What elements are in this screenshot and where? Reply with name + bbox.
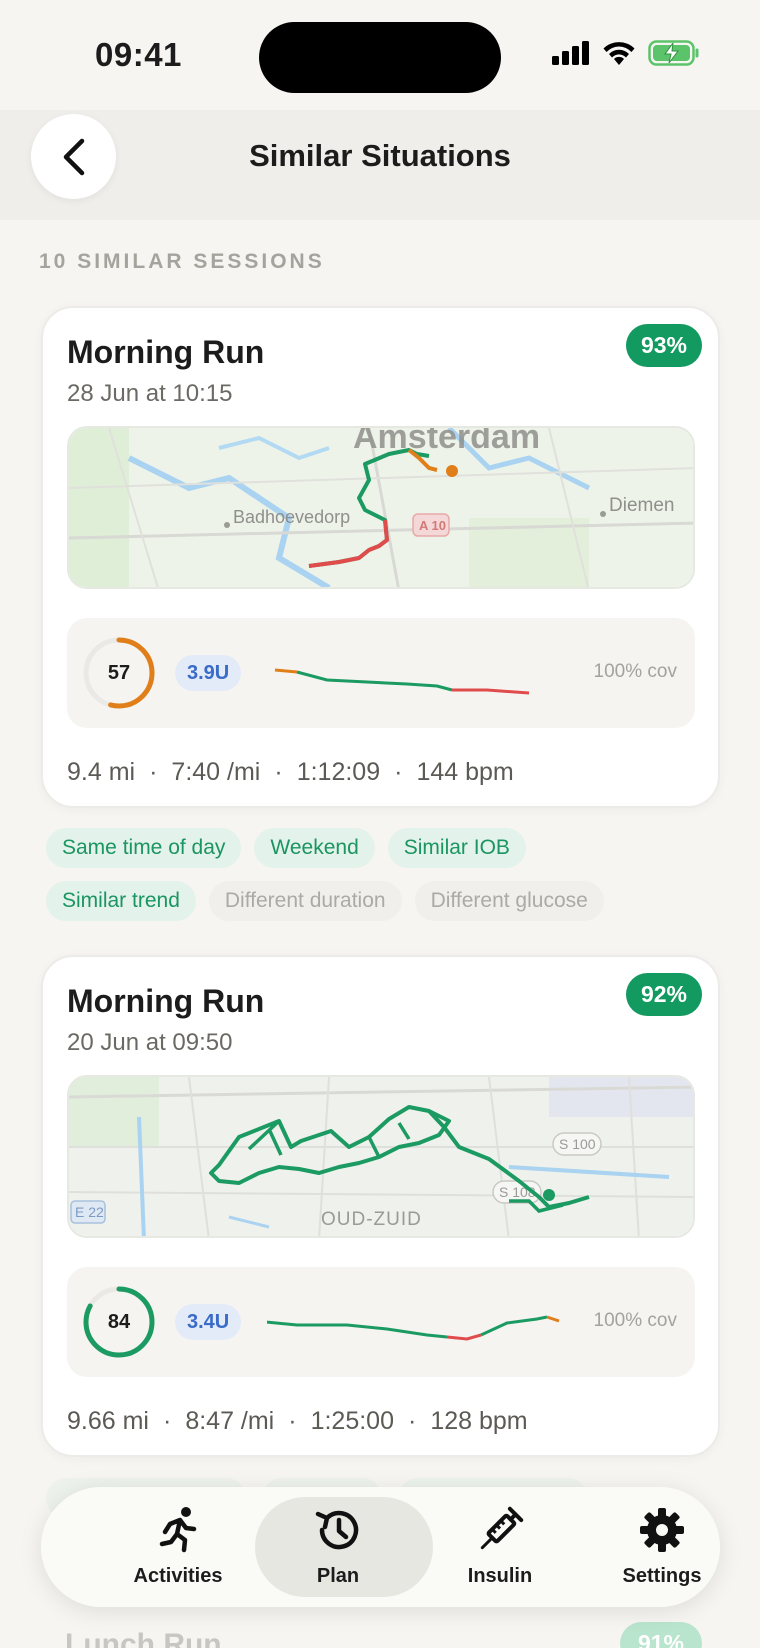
distance-value: 9.66 mi [67,1407,149,1435]
status-bar: 09:41 [0,0,760,110]
syringe-icon [475,1506,525,1559]
separator: · [394,758,403,786]
glucose-trend-sparkline [267,1315,560,1341]
tab-activities[interactable]: Activities [93,1487,263,1607]
session-title: Morning Run [67,334,265,370]
pace-value: 8:47 /mi [185,1407,275,1435]
difference-chip: Different glucose [414,881,604,921]
session-title: Morning Run [67,983,265,1019]
section-label: 10 SIMILAR SESSIONS [39,250,325,273]
tab-label: Insulin [467,1565,533,1587]
session-card[interactable]: Morning Run 20 Jun at 09:50 92% S 100 S … [41,955,720,1457]
match-chip: Same time of day [46,828,242,868]
tab-label: Plan [316,1565,360,1587]
route-map: S 100 S 108 E 22 OUD-ZUID [67,1075,695,1238]
match-chip: Weekend [254,828,375,868]
route-map: Amsterdam Badhoevedorp Diemen A 10 [67,426,695,589]
tab-plan[interactable]: Plan [253,1487,433,1607]
glucose-stats-panel: 57 3.9U 100% cov [67,618,695,728]
map-label-city: Amsterdam [353,428,540,456]
separator: · [149,758,158,786]
duration-value: 1:12:09 [296,758,381,786]
run-metrics: 9.66 mi · 8:47 /mi · 1:25:00 · 128 bpm [67,1407,528,1436]
glucose-trend-sparkline [274,668,530,695]
wifi-icon [603,42,635,65]
match-chip-row: Similar trend Different duration Differe… [46,881,604,921]
map-label-road: S 100 [559,1136,596,1152]
gear-icon [638,1506,686,1559]
glucose-value: 84 [107,1310,131,1333]
coverage-label: 100% cov [593,661,677,682]
similarity-score-badge: 91% [620,1622,702,1648]
heart-rate-value: 128 bpm [430,1407,528,1435]
session-date: 20 Jun at 09:50 [67,1029,233,1056]
nav-header: Similar Situations [0,110,760,220]
cellular-signal-icon [552,41,589,65]
difference-chip: Different duration [208,881,402,921]
insulin-dose-badge: 3.9U [175,655,242,691]
status-icons [552,40,700,66]
session-title: Lunch Run [65,1628,222,1648]
duration-value: 1:25:00 [310,1407,394,1435]
tab-label: Activities [133,1565,223,1587]
tab-insulin[interactable]: Insulin [415,1487,585,1607]
tab-label: Settings [622,1565,702,1587]
map-label-road: A 10 [419,518,446,533]
separator: · [274,758,283,786]
dynamic-island [259,22,501,93]
history-clock-icon [313,1506,363,1559]
distance-value: 9.4 mi [67,758,136,786]
insulin-dose-badge: 3.4U [175,1304,242,1340]
session-date: 28 Jun at 10:15 [67,380,233,407]
coverage-label: 100% cov [593,1310,677,1331]
separator: · [288,1407,297,1435]
map-label-town: Diemen [609,495,674,516]
tab-settings[interactable]: Settings [577,1487,747,1607]
glucose-stats-panel: 84 3.4U 100% cov [67,1267,695,1377]
running-person-icon [156,1506,200,1559]
battery-charging-icon [648,40,699,66]
match-chip-row: Same time of day Weekend Similar IOB [46,828,526,868]
similarity-score-badge: 93% [625,324,702,367]
separator: · [408,1407,417,1435]
status-time: 09:41 [95,36,182,73]
run-metrics: 9.4 mi · 7:40 /mi · 1:12:09 · 144 bpm [67,758,514,787]
map-label-town: Badhoevedorp [233,507,350,527]
bottom-tab-bar: Activities Plan Insulin Settings [41,1487,720,1607]
match-chip: Similar trend [46,881,196,921]
map-label-district: OUD-ZUID [321,1209,422,1230]
session-card[interactable]: Morning Run 28 Jun at 10:15 93% Amsterda… [41,306,720,808]
page-title: Similar Situations [249,138,511,173]
map-label-road: E 22 [75,1204,104,1220]
pace-value: 7:40 /mi [171,758,261,786]
separator: · [162,1407,172,1435]
heart-rate-value: 144 bpm [416,758,514,786]
match-chip: Similar IOB [387,828,526,868]
similarity-score-badge: 92% [625,973,702,1016]
glucose-value: 57 [107,661,131,684]
